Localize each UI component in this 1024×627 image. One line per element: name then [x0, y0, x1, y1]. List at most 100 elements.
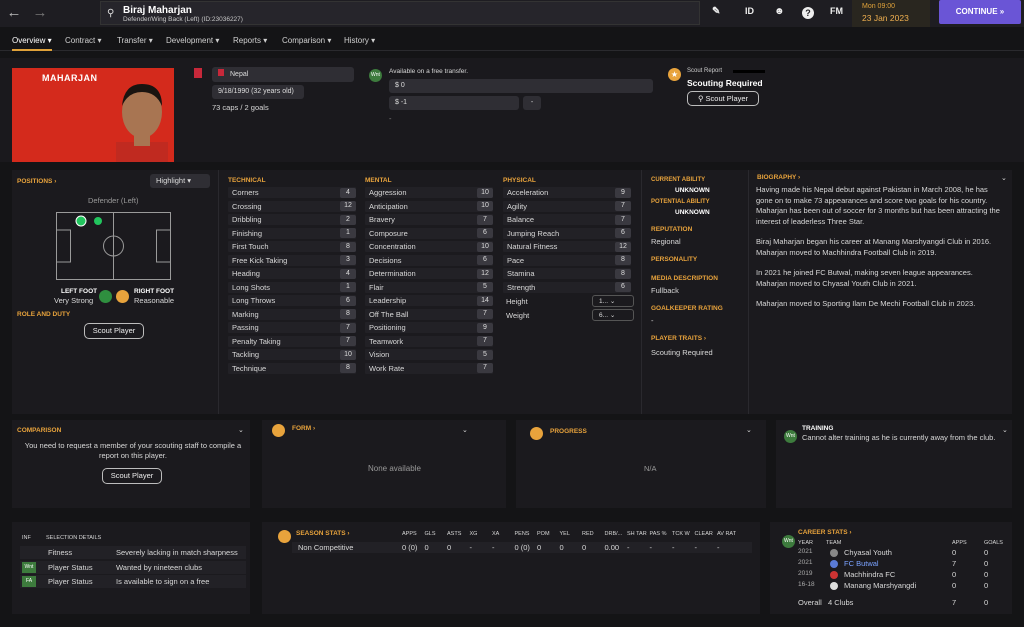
highlight-dropdown[interactable]: Highlight ▾: [150, 174, 210, 188]
status-badge: FA: [22, 576, 36, 587]
transfer-value-field[interactable]: $ 0: [389, 79, 653, 93]
tab-transfer[interactable]: Transfer ▾: [117, 36, 153, 45]
stat-cell: -: [672, 543, 675, 552]
caps-goals: 73 caps / 2 goals: [212, 103, 269, 112]
career-stats-header[interactable]: CAREER STATS ›: [798, 529, 852, 536]
attribute-name: Decisions: [369, 255, 402, 265]
attribute-name: Long Throws: [232, 296, 276, 305]
attribute-value: 7: [615, 201, 631, 211]
tab-reports[interactable]: Reports ▾: [233, 36, 267, 45]
season-stats-header[interactable]: SEASON STATS ›: [296, 530, 350, 537]
tab-development[interactable]: Development ▾: [166, 36, 219, 45]
left-foot-label: LEFT FOOT: [61, 288, 98, 295]
season-stats-icon: [278, 530, 291, 543]
attribute-value: 7: [477, 214, 493, 225]
fm-menu-button[interactable]: FM: [830, 6, 843, 16]
potential-ability-label: POTENTIAL ABILITY: [651, 199, 710, 205]
attribute-value: 8: [340, 363, 356, 373]
chevron-down-icon[interactable]: ⌄: [462, 426, 468, 434]
chevron-down-icon[interactable]: ⌄: [746, 426, 752, 434]
stat-cell: 0: [582, 543, 587, 552]
nationality: Nepal: [230, 71, 249, 78]
career-apps: 7: [952, 559, 957, 568]
progress-empty: N/A: [644, 464, 657, 473]
attribute-name: Vision: [369, 350, 390, 359]
forward-arrow-icon[interactable]: →: [30, 4, 50, 22]
tab-contract[interactable]: Contract ▾: [65, 36, 101, 45]
positions-header[interactable]: POSITIONS ›: [17, 178, 56, 185]
career-year: 2021: [798, 559, 813, 566]
biography-paragraph: Biraj Maharjan began his career at Manan…: [756, 237, 992, 257]
selection-value: Wanted by nineteen clubs: [116, 562, 203, 572]
weight-dropdown[interactable]: 6... ⌄: [592, 309, 634, 321]
attribute-name: Tackling: [232, 350, 260, 359]
stat-cell: -: [469, 543, 473, 552]
career-team[interactable]: FC Butwal: [844, 559, 879, 568]
tab-comparison[interactable]: Comparison ▾: [282, 36, 331, 45]
stat-column-header: DRB/...: [604, 531, 623, 537]
goalkeeper-rating-value: -: [651, 316, 654, 325]
attribute-name: Free Kick Taking: [232, 255, 288, 265]
left-foot-icon: [99, 290, 112, 303]
left-foot-value: Very Strong: [54, 296, 94, 305]
attribute-value: 9: [615, 187, 631, 198]
career-team[interactable]: Manang Marshyangdi: [844, 581, 916, 590]
attribute-value: 7: [477, 309, 493, 319]
training-header: TRAINING: [802, 425, 834, 432]
career-apps: 0: [952, 548, 957, 557]
back-arrow-icon[interactable]: ←: [4, 4, 24, 22]
media-description-value: Fullback: [651, 286, 679, 295]
scouting-status: Scouting Required: [687, 78, 763, 88]
physical-header: PHYSICAL: [503, 177, 536, 184]
comparison-scout-button[interactable]: Scout Player: [102, 468, 162, 484]
career-team[interactable]: Machhindra FC: [844, 570, 895, 579]
attribute-name: Passing: [232, 323, 259, 332]
player-traits-header[interactable]: PLAYER TRAITS ›: [651, 335, 706, 342]
attribute-name: Penalty Taking: [232, 336, 281, 346]
player-search-box[interactable]: ⚲ Biraj Maharjan Defender/Wing Back (Lef…: [100, 1, 700, 25]
role-duty-header: ROLE AND DUTY: [17, 311, 71, 318]
chevron-down-icon[interactable]: ⌄: [238, 426, 244, 434]
attribute-name: Leadership: [369, 296, 407, 305]
stat-cell: -: [627, 543, 630, 552]
scout-player-button[interactable]: ⚲ Scout Player: [687, 91, 759, 106]
attribute-name: Stamina: [507, 269, 535, 278]
chevron-down-icon[interactable]: ⌄: [1001, 174, 1007, 182]
attribute-value: 8: [615, 255, 631, 265]
attribute-name: Concentration: [369, 242, 416, 251]
skull-icon[interactable]: ☻: [774, 6, 785, 17]
attribute-name: Corners: [232, 188, 259, 197]
form-title: FORM: [292, 425, 312, 432]
price-dash-button[interactable]: -: [523, 96, 541, 110]
career-year: 16-18: [798, 581, 815, 588]
status-badge: Wnt: [22, 561, 36, 573]
pencil-icon[interactable]: ✎: [712, 6, 720, 17]
tab-label: Overview: [12, 36, 46, 45]
attribute-value: 1: [340, 282, 356, 292]
transfer-status: Available on a free transfer.: [389, 68, 469, 75]
stat-column-header: TCK W: [672, 531, 690, 537]
positions-scout-button[interactable]: Scout Player: [84, 323, 144, 339]
search-icon: ⚲: [697, 94, 704, 103]
tab-overview[interactable]: Overview ▾: [12, 36, 52, 51]
attribute-value: 2: [340, 214, 356, 225]
asking-price-field[interactable]: $ -1: [389, 96, 519, 110]
id-button[interactable]: ID: [745, 6, 754, 16]
attribute-value: 8: [340, 241, 356, 252]
player-position-id: Defender/Wing Back (Left) (ID:23036227): [123, 16, 243, 23]
tab-history[interactable]: History ▾: [344, 36, 375, 45]
position-pitch-diagram: [56, 212, 171, 280]
nationality-pill[interactable]: Nepal: [212, 67, 354, 82]
help-icon[interactable]: ?: [802, 7, 814, 19]
continue-button[interactable]: CONTINUE »: [939, 0, 1021, 24]
stat-cell: -: [717, 543, 720, 552]
attribute-name: Technique: [232, 363, 267, 373]
form-header[interactable]: FORM ›: [292, 425, 315, 432]
right-foot-icon: [116, 290, 129, 303]
height-dropdown[interactable]: 1... ⌄: [592, 295, 634, 307]
career-team[interactable]: Chyasal Youth: [844, 548, 892, 557]
biography-header[interactable]: BIOGRAPHY ›: [757, 174, 800, 181]
player-name: Biraj Maharjan: [123, 5, 192, 16]
potential-ability-value: UNKNOWN: [675, 209, 710, 216]
tab-label: Transfer: [117, 36, 147, 45]
